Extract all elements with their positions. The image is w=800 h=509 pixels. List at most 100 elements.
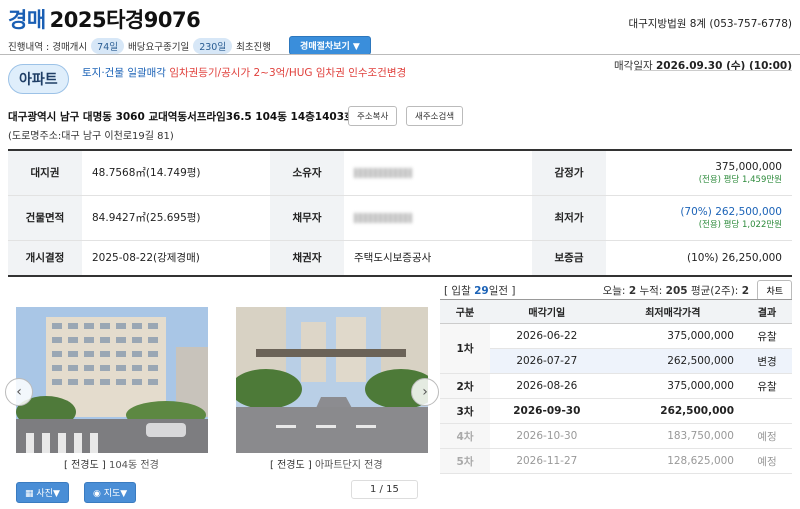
round-cell: 4차 [440, 423, 490, 449]
chart-button[interactable]: 차트 [757, 280, 792, 301]
next-photo-arrow[interactable]: › [411, 378, 439, 406]
building-area-value: 84.9427㎡(25.695평) [82, 195, 270, 241]
copy-address-button[interactable]: 주소복사 [348, 106, 398, 126]
round-cell: 3차 [440, 398, 490, 424]
creditor-value: 주택도시보증공사 [344, 240, 532, 277]
bid-history-table: 구분 매각기일 최저매각가격 결과 1차 2026-06-22 375,000,… [440, 299, 792, 474]
owner-value [344, 149, 532, 196]
view-stats: 오늘: 2 누적: 205 평균(2주): 2 [603, 283, 749, 298]
col-round: 구분 [440, 299, 490, 324]
photo-building-104[interactable] [16, 307, 208, 453]
property-address: 대구광역시 남구 대명동 3060 교대역동서프라임36.5 104동 14층1… [8, 111, 354, 123]
new-address-search-button[interactable]: 새주소검색 [406, 106, 464, 126]
tag-warnings: 임차권등기/공시가 2~3억/HUG 임차권 인수조건변경 [169, 67, 407, 79]
road-address: (도로명주소:대구 남구 이천로19길 81) [8, 131, 174, 142]
appraisal-value: 375,000,000 [715, 160, 782, 173]
apartment-photo-2 [236, 307, 428, 453]
result-cell: 예정 [742, 448, 792, 474]
building-area-label: 건물면적 [8, 195, 82, 241]
days-to-dividend-badge: 230일 [193, 37, 233, 54]
date-cell: 2026-06-22 [490, 323, 604, 349]
total-label: 누적: [639, 285, 663, 297]
photo-menu-button[interactable]: ▦ 사진▼ [16, 482, 69, 503]
photo-button-label: 사진▼ [36, 489, 60, 499]
map-menu-button[interactable]: ◉ 지도▼ [84, 482, 137, 503]
today-label: 오늘: [602, 285, 626, 297]
caption-1-text: 104동 전경 [108, 460, 159, 471]
appraisal-cell: 375,000,000 (전용) 평당 1,459만원 [606, 149, 792, 196]
divider [634, 70, 792, 71]
appraisal-per-pyeong: (전용) 평당 1,459만원 [698, 174, 782, 185]
property-type-badge: 아파트 [8, 64, 69, 94]
map-button-label: 지도▼ [103, 489, 128, 499]
table-row: 1차 2026-06-22 375,000,000 유찰 [440, 323, 792, 374]
caption-2-tag: [ 전경도 ] [270, 460, 312, 471]
result-cell: 유찰 [742, 323, 792, 349]
land-value: 48.7568㎡(14.749평) [82, 149, 270, 196]
progress-status: 최초진행 [236, 41, 272, 53]
apartment-photo-1 [16, 307, 208, 453]
grid-icon: ▦ [25, 489, 34, 499]
round-cell: 2차 [440, 373, 490, 399]
debtor-value [344, 195, 532, 241]
redacted-debtor [354, 212, 412, 223]
property-tags: 토지·건물 일괄매각 임차권등기/공시가 2~3억/HUG 임차권 인수조건변경 [82, 65, 406, 80]
days-since-start-badge: 74일 [91, 37, 125, 54]
appraisal-label: 감정가 [532, 149, 606, 196]
bid-countdown: [ 입찰 29일전 ] [444, 283, 516, 298]
bid-prefix: [ 입찰 [444, 285, 471, 297]
owner-label: 소유자 [270, 149, 344, 196]
deposit-label: 보증금 [532, 240, 606, 277]
result-cell: 예정 [742, 423, 792, 449]
result-cell [742, 398, 792, 424]
start-decision-value: 2025-08-22(강제경매) [82, 240, 270, 277]
debtor-label: 채무자 [270, 195, 344, 241]
price-cell: 128,625,000 [603, 448, 742, 474]
col-result: 결과 [742, 299, 792, 324]
table-row: 2차 2026-08-26 375,000,000 유찰 [440, 373, 792, 399]
court-info: 대구지방법원 8계 (053-757-6778) [628, 18, 792, 30]
photo-complex[interactable] [236, 307, 428, 453]
date-cell: 2026-08-26 [490, 373, 604, 399]
round-cell: 5차 [440, 448, 490, 474]
avg-count: 2 [741, 285, 749, 297]
photo-caption-1: [ 전경도 ] 104동 전경 [64, 456, 159, 471]
price-cell: 262,500,000 [603, 348, 742, 374]
min-price-per-pyeong: (전용) 평당 1,022만원 [698, 219, 782, 230]
avg-label: 평균(2주): [690, 285, 739, 297]
caption-2-text: 아파트단지 전경 [314, 460, 383, 471]
min-price-label: 최저가 [532, 195, 606, 241]
total-count: 205 [665, 285, 688, 297]
auction-procedure-button[interactable]: 경매절차보기 ▼ [289, 36, 371, 55]
date-cell: 2026-10-30 [490, 423, 604, 449]
tag-bulk-sale: 토지·건물 일괄매각 [82, 67, 166, 79]
price-cell: 375,000,000 [603, 373, 742, 399]
divider [0, 54, 800, 55]
bid-suffix: 일전 ] [488, 285, 516, 297]
date-cell: 2026-07-27 [490, 348, 604, 374]
result-cell: 변경 [742, 348, 792, 374]
today-count: 2 [628, 285, 637, 297]
price-cell: 183,750,000 [603, 423, 742, 449]
progress-label: 진행내역 : 경매개시 [8, 41, 88, 53]
creditor-label: 채권자 [270, 240, 344, 277]
min-price-value: 262,500,000 [715, 205, 782, 218]
caption-1-tag: [ 전경도 ] [64, 460, 106, 471]
table-row: 5차 2026-11-27 128,625,000 예정 [440, 448, 792, 474]
deposit-value: (10%) 26,250,000 [606, 240, 792, 277]
min-price-percent: (70%) [680, 205, 712, 218]
progress-row: 진행내역 : 경매개시 74일 배당요구종기일 230일 최초진행 경매절차보기… [8, 36, 371, 55]
auction-keyword: 경매 [8, 8, 46, 32]
property-info-table: 대지권 48.7568㎡(14.749평) 소유자 감정가 375,000,00… [8, 149, 792, 277]
table-row: 4차 2026-10-30 183,750,000 예정 [440, 423, 792, 449]
date-cell: 2026-09-30 [490, 398, 604, 424]
col-min-price: 최저매각가격 [603, 299, 742, 324]
land-label: 대지권 [8, 149, 82, 196]
price-cell: 262,500,000 [603, 398, 742, 424]
photo-pager: 1 / 15 [351, 480, 418, 499]
table-row-current: 3차 2026-09-30 262,500,000 [440, 398, 792, 424]
prev-photo-arrow[interactable]: ‹ [5, 378, 33, 406]
case-number: 2025타경9076 [49, 8, 201, 32]
bid-days: 29 [474, 285, 489, 297]
map-pin-icon: ◉ [93, 489, 101, 499]
